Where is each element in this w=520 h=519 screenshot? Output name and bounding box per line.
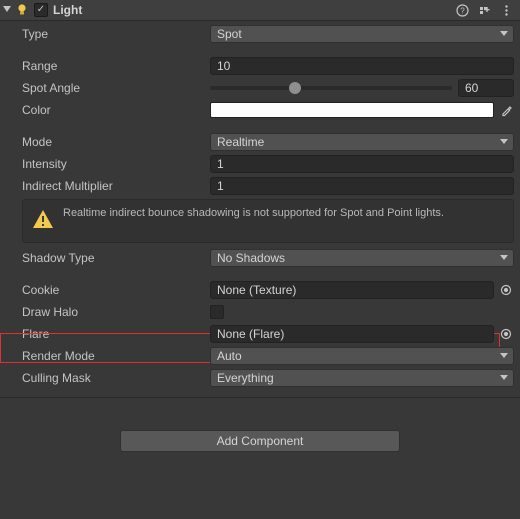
- label-render-mode: Render Mode: [22, 349, 210, 363]
- label-culling-mask: Culling Mask: [22, 371, 210, 385]
- dropdown-culling-mask[interactable]: Everything: [210, 369, 514, 387]
- presets-icon[interactable]: [476, 2, 492, 18]
- dropdown-mode[interactable]: Realtime: [210, 133, 514, 151]
- row-draw-halo: Draw Halo: [6, 303, 514, 321]
- row-indirect: Indirect Multiplier 1: [6, 177, 514, 195]
- label-color: Color: [22, 103, 210, 117]
- row-type: Type Spot: [6, 25, 514, 43]
- component-title: Light: [53, 3, 448, 17]
- label-indirect: Indirect Multiplier: [22, 179, 210, 193]
- add-component-label: Add Component: [217, 434, 304, 448]
- row-shadow-type: Shadow Type No Shadows: [6, 249, 514, 267]
- row-cookie: Cookie None (Texture): [6, 281, 514, 299]
- chevron-down-icon: [500, 251, 508, 265]
- dropdown-shadow-type-value: No Shadows: [217, 251, 285, 265]
- svg-text:?: ?: [460, 6, 465, 15]
- row-spot-angle: Spot Angle 60: [6, 79, 514, 97]
- warning-icon: [29, 206, 57, 234]
- row-flare: Flare None (Flare): [6, 325, 514, 343]
- warning-text: Realtime indirect bounce shadowing is no…: [63, 206, 444, 220]
- chevron-down-icon: [500, 349, 508, 363]
- dropdown-mode-value: Realtime: [217, 135, 264, 149]
- label-intensity: Intensity: [22, 157, 210, 171]
- input-indirect[interactable]: 1: [210, 177, 514, 195]
- dropdown-type-value: Spot: [217, 27, 242, 41]
- input-intensity[interactable]: 1: [210, 155, 514, 173]
- component-body: Type Spot Range 10 Spot Angle: [0, 21, 520, 397]
- slider-spot-angle[interactable]: [210, 86, 452, 90]
- objectfield-flare[interactable]: None (Flare): [210, 325, 494, 343]
- input-range[interactable]: 10: [210, 57, 514, 75]
- color-swatch[interactable]: [210, 102, 494, 118]
- input-range-value: 10: [217, 59, 230, 73]
- warning-box: Realtime indirect bounce shadowing is no…: [22, 199, 514, 243]
- label-cookie: Cookie: [22, 283, 210, 297]
- row-color: Color: [6, 101, 514, 119]
- enable-checkbox[interactable]: ✓: [34, 3, 48, 17]
- label-mode: Mode: [22, 135, 210, 149]
- dropdown-culling-mask-value: Everything: [217, 371, 274, 385]
- row-range: Range 10: [6, 57, 514, 75]
- checkbox-draw-halo[interactable]: [210, 305, 224, 319]
- component-header[interactable]: ✓ Light ?: [0, 0, 520, 21]
- row-render-mode: Render Mode Auto: [6, 347, 514, 365]
- eyedropper-icon[interactable]: [498, 102, 514, 118]
- input-indirect-value: 1: [217, 179, 224, 193]
- label-range: Range: [22, 59, 210, 73]
- dropdown-render-mode[interactable]: Auto: [210, 347, 514, 365]
- input-spot-angle[interactable]: 60: [458, 79, 514, 97]
- input-intensity-value: 1: [217, 157, 224, 171]
- object-picker-icon[interactable]: [498, 282, 514, 298]
- help-icon[interactable]: ?: [454, 2, 470, 18]
- context-menu-icon[interactable]: [498, 2, 514, 18]
- add-component-button[interactable]: Add Component: [120, 430, 400, 452]
- dropdown-render-mode-value: Auto: [217, 349, 242, 363]
- label-draw-halo: Draw Halo: [22, 305, 210, 319]
- label-shadow-type: Shadow Type: [22, 251, 210, 265]
- row-mode: Mode Realtime: [6, 133, 514, 151]
- row-culling-mask: Culling Mask Everything: [6, 369, 514, 387]
- chevron-down-icon: [500, 371, 508, 385]
- label-type: Type: [22, 27, 210, 41]
- objectfield-flare-value: None (Flare): [217, 327, 284, 341]
- label-flare: Flare: [22, 327, 210, 341]
- label-spot-angle: Spot Angle: [22, 81, 210, 95]
- dropdown-type[interactable]: Spot: [210, 25, 514, 43]
- chevron-down-icon: [500, 27, 508, 41]
- light-icon: [14, 2, 30, 18]
- checkmark-icon: ✓: [37, 5, 45, 15]
- dropdown-shadow-type[interactable]: No Shadows: [210, 249, 514, 267]
- foldout-toggle-icon[interactable]: [2, 5, 12, 15]
- slider-thumb[interactable]: [289, 82, 301, 94]
- objectfield-cookie[interactable]: None (Texture): [210, 281, 494, 299]
- objectfield-cookie-value: None (Texture): [217, 283, 296, 297]
- chevron-down-icon: [500, 135, 508, 149]
- row-intensity: Intensity 1: [6, 155, 514, 173]
- object-picker-icon[interactable]: [498, 326, 514, 342]
- input-spot-angle-value: 60: [465, 81, 478, 95]
- inspector-panel: ✓ Light ? Type Spot Ra: [0, 0, 520, 452]
